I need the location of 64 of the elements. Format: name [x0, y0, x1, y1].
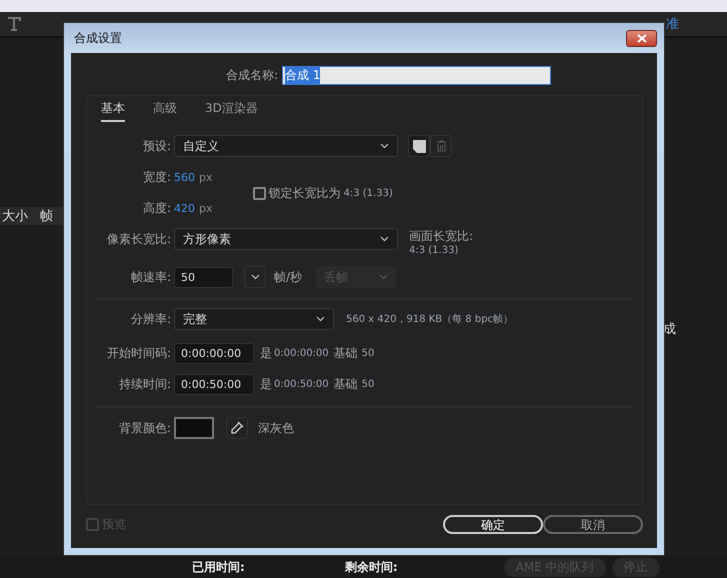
base-label: 基础: [334, 376, 358, 393]
timecode-text: 0:00:00:00: [274, 348, 329, 359]
eyedropper-icon: [230, 421, 244, 435]
trash-icon: [436, 140, 446, 152]
page-icon: [412, 140, 426, 152]
close-button[interactable]: [626, 30, 657, 46]
ok-button[interactable]: 确定: [443, 514, 543, 534]
tab[interactable]: 基本: [101, 100, 125, 122]
elapsed-label: 已用时间:: [192, 558, 245, 576]
workspace-tab[interactable]: 准: [666, 15, 679, 33]
cancel-button[interactable]: 取消: [543, 514, 643, 534]
resolution-info: 560 x 420，918 KB（每 8 bpc帧）: [346, 312, 514, 326]
base-value: 50: [362, 379, 374, 390]
caret-icon: [380, 143, 389, 149]
panel-text: 成: [663, 321, 676, 338]
name-field[interactable]: 合成 1: [282, 66, 552, 85]
text-tool-icon[interactable]: [6, 16, 22, 32]
is-label: 是: [260, 345, 272, 362]
save-preset-button[interactable]: [408, 135, 430, 157]
preset-dropdown[interactable]: 自定义: [174, 135, 398, 157]
eyedropper-button[interactable]: [226, 417, 248, 439]
is-label: 是: [260, 376, 272, 393]
timecode-field[interactable]: 0:00:50:00: [174, 374, 254, 395]
field-label: 画面长宽比:: [409, 228, 474, 245]
field-label: 高度:: [142, 200, 171, 217]
column-label: 帧: [40, 208, 53, 225]
timecode-text: 0:00:50:00: [274, 379, 329, 390]
pixel-aspect-dropdown[interactable]: 方形像素: [174, 228, 398, 250]
base-label: 基础: [334, 345, 358, 362]
unit-label: 帧/秒: [274, 268, 302, 286]
checkbox[interactable]: [252, 186, 266, 200]
unit-label: px: [199, 171, 212, 184]
ratio-text: 4:3 (1.33): [409, 245, 460, 256]
field-label: 宽度:: [142, 169, 171, 186]
width-value[interactable]: 560: [174, 171, 195, 184]
field-label: 像素长宽比:: [106, 231, 171, 248]
field-label: 开始时间码:: [106, 345, 171, 362]
caret-icon: [380, 236, 389, 242]
field-label: 预设:: [142, 138, 171, 154]
field-label: 帧速率:: [130, 268, 171, 286]
height-value[interactable]: 420: [174, 202, 195, 215]
column-label: 大小: [2, 208, 28, 225]
resolution-dropdown[interactable]: 完整: [174, 308, 334, 330]
window-title: 合成设置: [73, 30, 122, 46]
frame-rate-dropdown[interactable]: [244, 266, 266, 288]
base-value: 50: [362, 348, 374, 359]
checkbox-label: 锁定长宽比为: [268, 184, 340, 202]
timecode-field[interactable]: 0:00:00:00: [174, 343, 254, 364]
color-name: 深灰色: [258, 420, 294, 436]
tab[interactable]: 3D渲染器: [205, 100, 258, 122]
field-label: 合成名称:: [226, 67, 278, 84]
unit-label: px: [199, 202, 212, 215]
close-icon: [636, 34, 646, 42]
tab[interactable]: 高级: [153, 100, 177, 122]
field-label: 持续时间:: [118, 376, 171, 393]
field-label: 分辨率:: [130, 310, 171, 328]
field-label: 背景颜色:: [118, 420, 171, 436]
frame-rate-field[interactable]: 50: [174, 266, 233, 288]
caret-icon: [250, 274, 260, 280]
remaining-label: 剩余时间:: [344, 558, 398, 576]
caret-icon: [379, 274, 388, 280]
caret-icon: [316, 316, 325, 322]
color-swatch[interactable]: [174, 417, 214, 439]
ratio-text: 4:3 (1.33): [344, 188, 393, 198]
